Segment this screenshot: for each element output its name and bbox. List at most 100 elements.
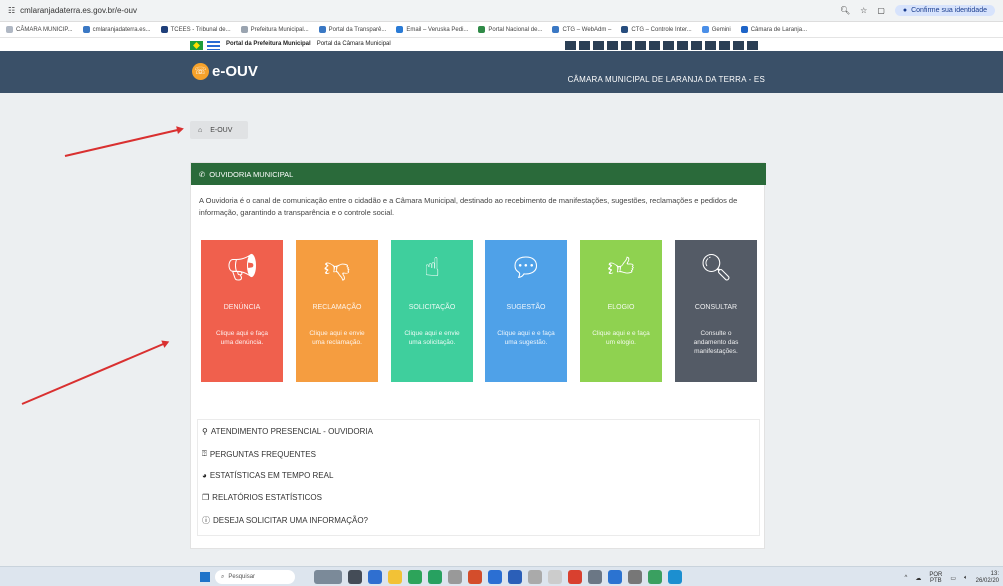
tile-consultar[interactable]: 🔍︎ CONSULTAR Consulte o andamento das ma… xyxy=(675,240,757,382)
phone-icon: ☏ xyxy=(192,63,209,80)
word-icon[interactable] xyxy=(508,570,522,584)
camara-link[interactable]: Portal da Câmara Municipal xyxy=(317,41,391,47)
accessibility-icon[interactable] xyxy=(649,41,660,50)
question-circle-icon: ⍰ xyxy=(202,449,207,458)
bookmark-item[interactable]: CTG – Controle Inter... xyxy=(621,26,692,33)
site-header: ☏ e-OUV CÂMARA MUNICIPAL DE LARANJA DA T… xyxy=(0,51,1003,93)
eouv-logo[interactable]: ☏ e-OUV xyxy=(192,63,258,80)
breadcrumb-item[interactable]: E-OUV xyxy=(210,127,232,134)
app-icon[interactable] xyxy=(314,570,342,584)
tile-denuncia[interactable]: 📢︎ DENÚNCIA Clique aqui e faça uma denún… xyxy=(201,240,283,382)
accessibility-icon[interactable] xyxy=(621,41,632,50)
mail-icon xyxy=(396,26,404,33)
bookmark-item[interactable]: Portal Nacional de... xyxy=(478,26,542,33)
extensions-icon[interactable]: ▢ xyxy=(877,6,885,15)
app-icon[interactable] xyxy=(588,570,602,584)
bookmark-item[interactable]: TCEES - Tribunal de... xyxy=(160,26,231,33)
gemini-icon xyxy=(701,26,709,33)
taskbar-apps xyxy=(314,570,682,584)
tile-name: ELOGIO xyxy=(607,304,635,311)
profile-icon: ● xyxy=(902,7,908,14)
browser-address-bar[interactable]: ☷ cmlaranjadaterra.es.gov.br/e-ouv 🔍︎ ☆ … xyxy=(0,0,1003,22)
accessibility-icon[interactable] xyxy=(677,41,688,50)
folder-icon[interactable] xyxy=(388,570,402,584)
accessibility-icon[interactable] xyxy=(719,41,730,50)
identity-button[interactable]: ● Confirme sua identidade xyxy=(894,5,995,16)
chrome-icon[interactable] xyxy=(408,570,422,584)
star-icon[interactable]: ☆ xyxy=(860,6,867,15)
tile-elogio[interactable]: 👍︎ ELOGIO Clique aqui e e faça um elogio… xyxy=(580,240,662,382)
accessibility-icon[interactable] xyxy=(705,41,716,50)
app-icon[interactable] xyxy=(448,570,462,584)
accessibility-icon[interactable] xyxy=(607,41,618,50)
bookmarks-bar: CÂMARA MUNICIP... cmlaranjadaterra.es...… xyxy=(0,22,1003,38)
accessibility-icon[interactable] xyxy=(593,41,604,50)
accessibility-icon[interactable] xyxy=(747,41,758,50)
ctg-icon xyxy=(621,26,629,33)
gmail-icon[interactable] xyxy=(568,570,582,584)
volume-icon[interactable]: 🔈︎ xyxy=(964,575,968,582)
tile-reclamacao[interactable]: 👎︎ RECLAMAÇÃO Clique aqui e envie uma re… xyxy=(296,240,378,382)
link-atendimento-presencial[interactable]: ⚲ ATENDIMENTO PRESENCIAL - OUVIDORIA xyxy=(202,427,373,436)
url-text[interactable]: cmlaranjadaterra.es.gov.br/e-ouv xyxy=(20,6,137,15)
accessibility-icon[interactable] xyxy=(733,41,744,50)
panel-title: OUVIDORIA MUNICIPAL xyxy=(209,169,294,179)
network-icon[interactable]: ▭ xyxy=(950,575,956,582)
thumbs-down-icon: 👎︎ xyxy=(323,252,351,282)
chevron-up-icon[interactable]: ^ xyxy=(905,575,908,581)
tile-solicitacao[interactable]: ☝︎ SOLICITAÇÃO Clique aqui e envie uma s… xyxy=(391,240,473,382)
prefeitura-link[interactable]: Portal da Prefeitura Municipal xyxy=(226,41,311,47)
home-icon[interactable]: ⌂ xyxy=(198,127,202,134)
tile-desc: Consulte o andamento das manifestações. xyxy=(693,330,739,355)
bookmark-item[interactable]: Email – Veruska Pedi... xyxy=(396,26,468,33)
tile-sugestao[interactable]: 💬︎ SUGESTÃO Clique aqui e e faça uma sug… xyxy=(485,240,567,382)
accessibility-icon[interactable] xyxy=(565,41,576,50)
app-icon[interactable] xyxy=(648,570,662,584)
app-icon[interactable] xyxy=(528,570,542,584)
tile-name: SOLICITAÇÃO xyxy=(408,304,456,311)
annotation-arrow xyxy=(21,341,168,405)
accessibility-icon[interactable] xyxy=(635,41,646,50)
app-icon[interactable] xyxy=(428,570,442,584)
clock[interactable]: 13: 26/02/20 xyxy=(976,571,999,585)
taskbar-search[interactable]: ⌕ Pesquisar xyxy=(215,570,295,584)
copy-icon: ❐ xyxy=(202,493,210,502)
link-solicitar-informacao[interactable]: ⓘ DESEJA SOLICITAR UMA INFORMAÇÃO? xyxy=(202,515,368,526)
bookmark-item[interactable]: CÂMARA MUNICIP... xyxy=(6,26,73,33)
accessibility-icon[interactable] xyxy=(691,41,702,50)
zoom-icon[interactable]: 🔍︎ xyxy=(840,6,850,15)
app-icon[interactable] xyxy=(348,570,362,584)
language-indicator[interactable]: POR PTB xyxy=(929,572,942,584)
app-icon[interactable] xyxy=(628,570,642,584)
link-perguntas-frequentes[interactable]: ⍰ PERGUNTAS FREQUENTES xyxy=(202,449,316,459)
bookmark-item[interactable]: Portal da Transparê... xyxy=(318,26,386,33)
tile-desc: Clique aqui e faça uma denúncia. xyxy=(215,330,269,346)
app-icon[interactable] xyxy=(488,570,502,584)
link-estatisticas[interactable]: ◕ ESTATÍSTICAS EM TEMPO REAL xyxy=(202,471,333,480)
weather-icon[interactable]: ☁ xyxy=(915,575,921,582)
site-info-icon[interactable]: ☷ xyxy=(8,6,15,15)
info-circle-icon: ⓘ xyxy=(202,516,210,525)
bookmark-item[interactable]: Gemini xyxy=(701,26,731,33)
panel-header: ✆ OUVIDORIA MUNICIPAL xyxy=(191,163,766,185)
edge-icon[interactable] xyxy=(668,570,682,584)
intro-text: A Ouvidoria é o canal de comunicação ent… xyxy=(199,196,738,217)
link-relatorios[interactable]: ❐ RELATÓRIOS ESTATÍSTICOS xyxy=(202,493,322,502)
app-icon[interactable] xyxy=(468,570,482,584)
bookmark-item[interactable]: Prefeitura Municipal... xyxy=(240,26,309,33)
bookmark-item[interactable]: CTG – WebAdm – xyxy=(552,26,611,33)
pie-chart-icon: ◕ xyxy=(202,471,207,480)
tile-desc: Clique aqui e e faça uma sugestão. xyxy=(497,330,555,346)
app-icon[interactable] xyxy=(548,570,562,584)
tile-desc: Clique aqui e envie uma solicitação. xyxy=(404,330,460,346)
accessibility-icon[interactable] xyxy=(663,41,674,50)
header-title: CÂMARA MUNICIPAL DE LARANJA DA TERRA - E… xyxy=(567,75,765,84)
page-icon xyxy=(82,26,90,33)
windows-start-icon[interactable] xyxy=(200,572,210,582)
accessibility-icon[interactable] xyxy=(579,41,590,50)
bookmark-item[interactable]: cmlaranjadaterra.es... xyxy=(82,26,151,33)
app-icon[interactable] xyxy=(608,570,622,584)
annotation-arrow xyxy=(64,128,183,157)
app-icon[interactable] xyxy=(368,570,382,584)
bookmark-item[interactable]: Câmara de Laranja... xyxy=(740,26,807,33)
